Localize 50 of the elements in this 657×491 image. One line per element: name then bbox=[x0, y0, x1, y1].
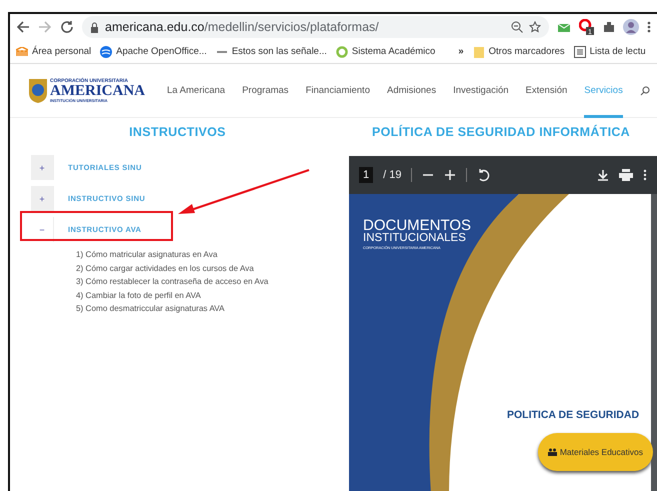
nav-link[interactable]: Investigación bbox=[453, 64, 509, 118]
people-icon bbox=[548, 448, 557, 456]
accordion-toggle[interactable]: + bbox=[31, 155, 54, 180]
zoom-in-icon[interactable] bbox=[444, 169, 456, 181]
folder-icon bbox=[472, 46, 485, 58]
materials-button[interactable]: Materiales Educativos bbox=[538, 433, 653, 471]
accordion-toggle[interactable]: + bbox=[31, 186, 54, 211]
page-count: / 19 bbox=[383, 169, 402, 181]
avatar-icon[interactable] bbox=[623, 19, 639, 35]
star-icon[interactable] bbox=[529, 21, 541, 33]
download-icon[interactable] bbox=[597, 169, 609, 181]
shield-logo-icon bbox=[28, 78, 48, 104]
nav-link[interactable]: Admisiones bbox=[386, 64, 436, 118]
lock-icon bbox=[90, 22, 99, 32]
search-icon[interactable] bbox=[640, 86, 650, 96]
bookmark-link[interactable]: Apache OpenOffice... bbox=[116, 46, 207, 57]
section-heading: POLÍTICA DE SEGURIDAD INFORMÁTICA bbox=[370, 125, 632, 139]
zoom-icon[interactable] bbox=[511, 21, 523, 33]
nav-link[interactable]: Extensión bbox=[526, 64, 568, 118]
instruction-link[interactable]: 2) Cómo cargar actividades en los cursos de Ava bbox=[76, 262, 345, 275]
page-number-field[interactable]: 1 bbox=[359, 167, 374, 183]
instruction-link[interactable]: 5) Como desmatriccular asignaturas AVA bbox=[76, 302, 345, 316]
button-label: Materiales Educativos bbox=[560, 447, 643, 457]
address-bar[interactable]: americana.edu.co/medellin/servicios/plataformas/ bbox=[82, 16, 549, 38]
url-text: americana.edu.co/medellin/servicios/plataformas/ bbox=[105, 20, 380, 34]
bookmark-link[interactable]: Estos son las señale... bbox=[232, 46, 327, 57]
bookmark-overflow[interactable]: » bbox=[458, 46, 464, 57]
reading-list-link[interactable]: Lista de lectu bbox=[590, 46, 646, 57]
nav-link[interactable]: Financiamiento bbox=[306, 64, 370, 118]
list-icon bbox=[574, 46, 586, 58]
print-icon[interactable] bbox=[619, 169, 633, 181]
envelope-icon[interactable] bbox=[557, 21, 571, 33]
instruction-link[interactable]: 3) Cómo restablecer la contraseña de acceso en Ava bbox=[76, 275, 345, 288]
nav-link[interactable]: La Americana bbox=[167, 64, 226, 118]
globe-icon bbox=[100, 46, 112, 58]
instruction-link[interactable]: 4) Cambiar la foto de perfil en AVA bbox=[76, 288, 345, 302]
reload-icon[interactable] bbox=[60, 20, 74, 34]
bookmark-link[interactable]: Sistema Académico bbox=[352, 46, 436, 57]
rotate-icon[interactable] bbox=[477, 168, 492, 182]
more-icon[interactable] bbox=[647, 20, 651, 34]
ring-icon bbox=[336, 46, 348, 58]
cover-heading: POLITICA DE SEGURIDAD bbox=[507, 409, 640, 421]
bookmark-folder[interactable]: Otros marcadores bbox=[488, 46, 565, 57]
nav-link[interactable]: Programas bbox=[242, 64, 289, 118]
more-icon[interactable] bbox=[643, 169, 647, 181]
instruction-link[interactable]: 1) Cómo matricular asignaturas en Ava bbox=[76, 248, 345, 262]
back-arrow-icon[interactable] bbox=[16, 20, 30, 34]
puzzle-icon[interactable] bbox=[603, 21, 615, 33]
section-heading: INSTRUCTIVOS bbox=[128, 125, 227, 139]
bookmark-link[interactable]: Área personal bbox=[32, 46, 92, 57]
